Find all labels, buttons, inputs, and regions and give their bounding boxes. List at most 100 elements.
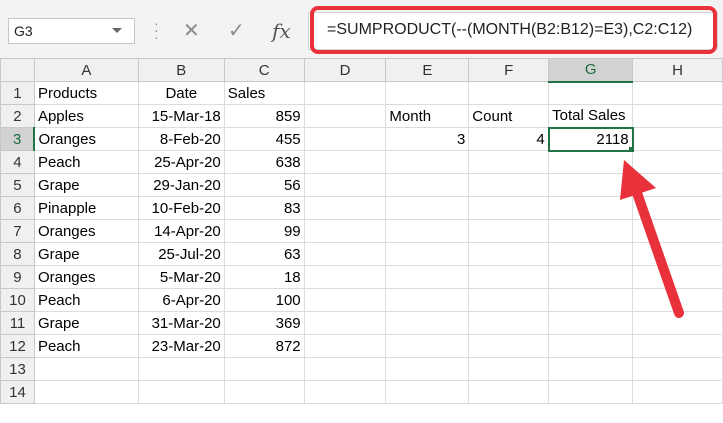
cell-h5[interactable] xyxy=(632,173,723,197)
cell-g9[interactable] xyxy=(548,265,634,289)
row-header-12[interactable]: 12 xyxy=(0,334,35,358)
cell-d5[interactable] xyxy=(303,173,387,197)
cell-f6[interactable] xyxy=(468,196,550,220)
cell-f7[interactable] xyxy=(468,219,550,243)
cell-b1[interactable]: Date xyxy=(137,81,225,105)
chevron-down-icon[interactable] xyxy=(112,28,122,33)
cell-e14[interactable] xyxy=(385,380,470,404)
fill-handle[interactable] xyxy=(627,145,631,149)
cell-g10[interactable] xyxy=(548,288,634,312)
cell-a6[interactable]: Pinapple xyxy=(33,196,139,220)
column-header-c[interactable]: C xyxy=(223,58,305,82)
cell-c2[interactable]: 859 xyxy=(223,104,305,128)
cell-g1[interactable] xyxy=(548,81,634,105)
row-header-11[interactable]: 11 xyxy=(0,311,35,335)
cell-e8[interactable] xyxy=(385,242,470,266)
cell-a10[interactable]: Peach xyxy=(33,288,139,312)
row-header-5[interactable]: 5 xyxy=(0,173,35,197)
cell-a14[interactable] xyxy=(33,380,139,404)
cell-c9[interactable]: 18 xyxy=(223,265,305,289)
cell-a4[interactable]: Peach xyxy=(33,150,139,174)
cell-b3[interactable]: 8-Feb-20 xyxy=(137,127,225,151)
cell-d12[interactable] xyxy=(303,334,387,358)
column-header-b[interactable]: B xyxy=(137,58,225,82)
cell-b5[interactable]: 29-Jan-20 xyxy=(137,173,225,197)
cell-b6[interactable]: 10-Feb-20 xyxy=(137,196,225,220)
fx-icon[interactable]: fx xyxy=(272,18,291,44)
cell-h1[interactable] xyxy=(632,81,723,105)
cell-c14[interactable] xyxy=(223,380,305,404)
row-header-14[interactable]: 14 xyxy=(0,380,35,404)
cell-g7[interactable] xyxy=(548,219,634,243)
cell-a5[interactable]: Grape xyxy=(33,173,139,197)
cell-g8[interactable] xyxy=(548,242,634,266)
cell-c10[interactable]: 100 xyxy=(223,288,305,312)
cell-b4[interactable]: 25-Apr-20 xyxy=(137,150,225,174)
cell-f9[interactable] xyxy=(468,265,550,289)
cell-g11[interactable] xyxy=(548,311,634,335)
check-icon[interactable]: ✓ xyxy=(228,18,245,44)
cell-a12[interactable]: Peach xyxy=(33,334,139,358)
cell-e11[interactable] xyxy=(385,311,470,335)
cell-c7[interactable]: 99 xyxy=(223,219,305,243)
cell-f13[interactable] xyxy=(468,357,550,381)
cell-b14[interactable] xyxy=(137,380,225,404)
cell-g6[interactable] xyxy=(548,196,634,220)
cell-f1[interactable] xyxy=(468,81,550,105)
row-header-1[interactable]: 1 xyxy=(0,81,35,105)
cell-e6[interactable] xyxy=(385,196,470,220)
cell-f2[interactable]: Count xyxy=(468,104,550,128)
cell-c3[interactable]: 455 xyxy=(223,127,305,151)
cell-e9[interactable] xyxy=(385,265,470,289)
column-header-g[interactable]: G xyxy=(548,58,634,83)
column-header-a[interactable]: A xyxy=(33,58,139,82)
cell-h4[interactable] xyxy=(632,150,723,174)
cell-c1[interactable]: Sales xyxy=(223,81,305,105)
cell-g2[interactable]: Total Sales xyxy=(548,104,634,128)
cell-d9[interactable] xyxy=(303,265,387,289)
column-header-f[interactable]: F xyxy=(468,58,550,82)
cell-a13[interactable] xyxy=(33,357,139,381)
cell-d4[interactable] xyxy=(303,150,387,174)
cell-h13[interactable] xyxy=(632,357,723,381)
cell-e1[interactable] xyxy=(385,81,470,105)
cell-e12[interactable] xyxy=(385,334,470,358)
cell-f12[interactable] xyxy=(468,334,550,358)
cell-c5[interactable]: 56 xyxy=(223,173,305,197)
cell-h11[interactable] xyxy=(632,311,723,335)
cell-d13[interactable] xyxy=(303,357,387,381)
cell-e13[interactable] xyxy=(385,357,470,381)
cell-c4[interactable]: 638 xyxy=(223,150,305,174)
cell-f4[interactable] xyxy=(468,150,550,174)
cell-a7[interactable]: Oranges xyxy=(33,219,139,243)
cell-e7[interactable] xyxy=(385,219,470,243)
cell-e10[interactable] xyxy=(385,288,470,312)
column-header-e[interactable]: E xyxy=(385,58,470,82)
row-header-13[interactable]: 13 xyxy=(0,357,35,381)
cell-b11[interactable]: 31-Mar-20 xyxy=(137,311,225,335)
cell-b7[interactable]: 14-Apr-20 xyxy=(137,219,225,243)
cell-g4[interactable] xyxy=(548,150,634,174)
cell-h14[interactable] xyxy=(632,380,723,404)
cell-e5[interactable] xyxy=(385,173,470,197)
row-header-2[interactable]: 2 xyxy=(0,104,35,128)
cell-a1[interactable]: Products xyxy=(33,81,139,105)
cell-h9[interactable] xyxy=(632,265,723,289)
cell-h8[interactable] xyxy=(632,242,723,266)
row-header-10[interactable]: 10 xyxy=(0,288,35,312)
cell-f11[interactable] xyxy=(468,311,550,335)
cell-d6[interactable] xyxy=(303,196,387,220)
column-header-h[interactable]: H xyxy=(632,58,723,82)
cell-b10[interactable]: 6-Apr-20 xyxy=(137,288,225,312)
cell-e4[interactable] xyxy=(385,150,470,174)
x-icon[interactable]: ✕ xyxy=(183,18,200,44)
cell-g3[interactable]: 2118 xyxy=(547,126,634,152)
cell-a3[interactable]: Oranges xyxy=(33,127,139,151)
cell-h2[interactable] xyxy=(632,104,723,128)
row-header-6[interactable]: 6 xyxy=(0,196,35,220)
cell-c6[interactable]: 83 xyxy=(223,196,305,220)
cell-d1[interactable] xyxy=(303,81,387,105)
cell-c8[interactable]: 63 xyxy=(223,242,305,266)
cell-b8[interactable]: 25-Jul-20 xyxy=(137,242,225,266)
cell-d10[interactable] xyxy=(303,288,387,312)
